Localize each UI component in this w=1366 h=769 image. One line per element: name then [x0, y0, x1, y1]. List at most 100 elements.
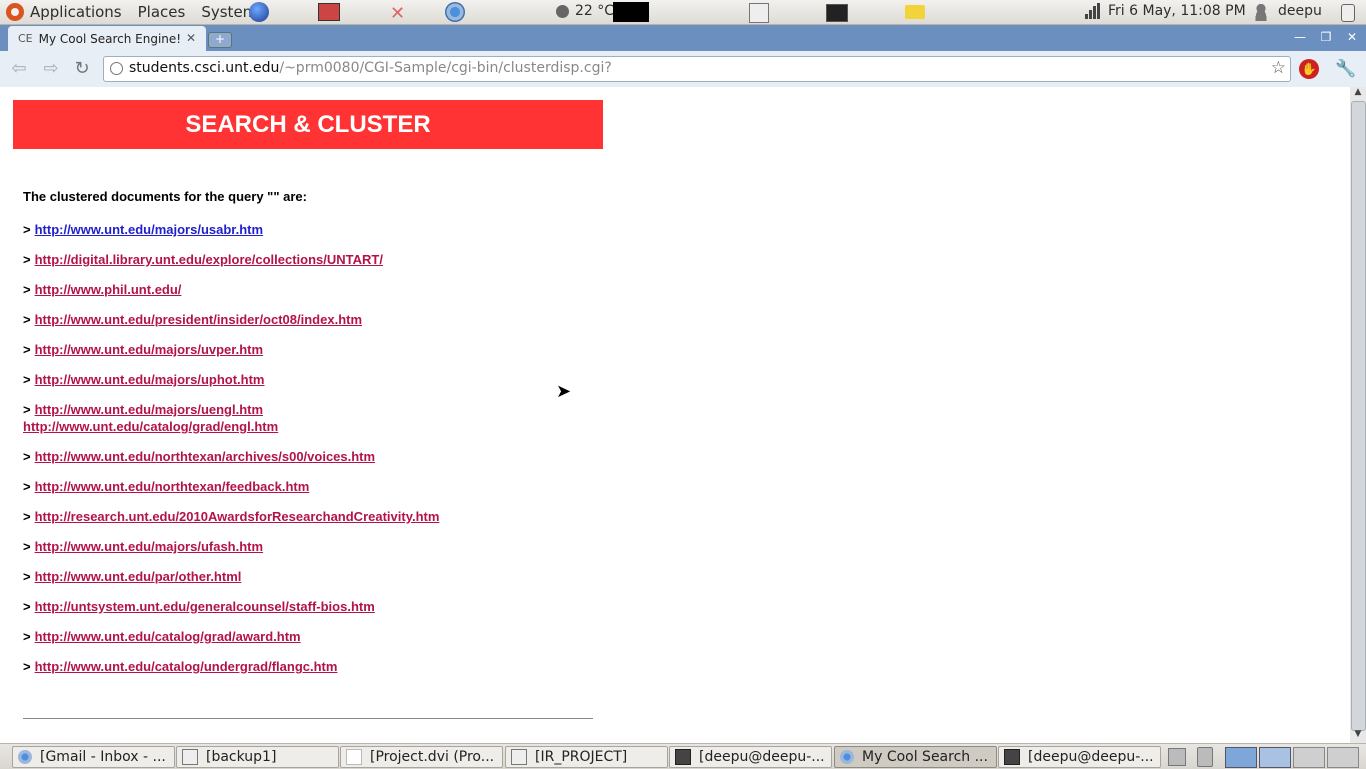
result-link[interactable]: http://www.unt.edu/catalog/undergrad/fla…	[35, 659, 338, 674]
result-link[interactable]: http://untsystem.unt.edu/generalcounsel/…	[35, 599, 375, 614]
result-marker: >	[23, 402, 31, 417]
adblock-icon[interactable]: ✋	[1299, 59, 1319, 79]
terminal-launcher-icon[interactable]	[826, 4, 848, 22]
result-marker: >	[23, 659, 31, 674]
result-marker: >	[23, 342, 31, 357]
result-item: > http://www.unt.edu/majors/uphot.htm	[23, 371, 439, 388]
url-text[interactable]: students.csci.unt.edu/~prm0080/CGI-Sampl…	[129, 60, 612, 76]
scrollbar-thumb[interactable]	[1351, 101, 1366, 731]
scroll-up-arrow-icon[interactable]: ▲	[1350, 87, 1366, 101]
taskbar-label: [Project.dvi (Pro...	[370, 749, 495, 765]
result-list: > http://www.unt.edu/majors/usabr.htm > htt…	[23, 221, 439, 688]
result-link[interactable]: http://www.unt.edu/majors/uvper.htm	[35, 342, 263, 357]
address-bar[interactable]: students.csci.unt.edu/~prm0080/CGI-Sampl…	[103, 56, 1291, 82]
back-button[interactable]: ⇦	[8, 59, 30, 79]
chromium-launcher-icon[interactable]	[445, 2, 465, 22]
tools-launcher-icon[interactable]: ✕	[390, 3, 410, 24]
result-link[interactable]: http://www.unt.edu/majors/ufash.htm	[35, 539, 263, 554]
user-name[interactable]: deepu	[1278, 3, 1322, 19]
result-link[interactable]: http://research.unt.edu/2010AwardsforRes…	[35, 509, 440, 524]
result-link[interactable]: http://www.unt.edu/majors/uphot.htm	[35, 372, 265, 387]
scroll-down-arrow-icon[interactable]: ▼	[1350, 729, 1366, 743]
terminal-icon	[675, 749, 691, 765]
result-link[interactable]: http://www.unt.edu/president/insider/oct…	[35, 312, 362, 327]
page-favicon-icon: CE	[18, 32, 33, 45]
result-marker: >	[23, 282, 31, 297]
result-link[interactable]: http://www.phil.unt.edu/	[35, 282, 182, 297]
text-editor-launcher-icon[interactable]	[749, 3, 769, 23]
close-window-button[interactable]: ✕	[1342, 28, 1362, 46]
trash-icon[interactable]	[1197, 747, 1213, 767]
ubuntu-logo-icon[interactable]	[6, 3, 24, 21]
result-marker: >	[23, 312, 31, 327]
taskbar-label: [IR_PROJECT]	[535, 749, 628, 765]
taskbar-button[interactable]: [deepu@deepu-...	[998, 746, 1161, 768]
result-marker: >	[23, 252, 31, 267]
result-item: > http://www.unt.edu/northtexan/archives/…	[23, 448, 439, 465]
page-viewport: SEARCH & CLUSTER The clustered documents…	[0, 87, 1350, 743]
notes-launcher-icon[interactable]	[905, 5, 925, 19]
folder-icon	[511, 749, 527, 765]
result-link[interactable]: http://www.unt.edu/catalog/grad/engl.htm	[23, 419, 278, 434]
page-info-icon[interactable]	[110, 62, 123, 75]
taskbar-button[interactable]: [backup1]	[176, 746, 339, 768]
taskbar-button[interactable]: [Gmail - Inbox - ...	[12, 746, 175, 768]
result-link[interactable]: http://www.unt.edu/catalog/grad/award.ht…	[35, 629, 301, 644]
result-marker: >	[23, 222, 31, 237]
taskbar-button[interactable]: [deepu@deepu-...	[669, 746, 832, 768]
chrome-icon	[18, 750, 32, 764]
browser-toolbar: ⇦ ⇨ ↻ students.csci.unt.edu/~prm0080/CGI…	[0, 51, 1366, 88]
temperature-label[interactable]: 22 °C	[575, 3, 614, 19]
wrench-menu-icon[interactable]: 🔧	[1335, 59, 1356, 79]
network-signal-icon[interactable]	[1085, 3, 1101, 19]
system-monitor-graph[interactable]	[613, 2, 649, 22]
shutdown-icon[interactable]	[1341, 4, 1355, 22]
result-item: > http://www.unt.edu/par/other.html	[23, 568, 439, 585]
weather-icon[interactable]	[556, 5, 569, 18]
top-panel: Applications Places System ✕ 22 °C Fri 6…	[0, 0, 1366, 25]
taskbar-button[interactable]: My Cool Search ...	[834, 746, 997, 768]
result-link[interactable]: http://www.unt.edu/northtexan/archives/s…	[35, 449, 375, 464]
forward-button[interactable]: ⇨	[40, 59, 62, 79]
result-item: > http://www.unt.edu/catalog/undergrad/fl…	[23, 658, 439, 675]
tab-strip: CE My Cool Search Engine! ✕ + — ❐ ✕	[0, 25, 1366, 51]
clock[interactable]: Fri 6 May, 11:08 PM	[1108, 3, 1246, 19]
result-item: > http://www.unt.edu/northtexan/feedback.…	[23, 478, 439, 495]
horizontal-rule	[23, 718, 593, 719]
result-item: > http://www.unt.edu/majors/uengl.htm http…	[23, 401, 439, 435]
show-desktop-icon[interactable]	[1168, 748, 1186, 766]
user-icon[interactable]	[1253, 3, 1269, 21]
folder-icon	[182, 749, 198, 765]
taskbar-button[interactable]: [IR_PROJECT]	[505, 746, 668, 768]
minimize-button[interactable]: —	[1290, 28, 1310, 46]
results-intro: The clustered documents for the query ""…	[23, 189, 307, 204]
result-link[interactable]: http://www.unt.edu/par/other.html	[35, 569, 242, 584]
workspace-2[interactable]	[1259, 747, 1291, 768]
tab-my-cool-search-engine[interactable]: CE My Cool Search Engine! ✕	[8, 26, 206, 51]
places-menu[interactable]: Places	[138, 3, 186, 21]
bottom-panel: [Gmail - Inbox - ... [backup1] [Project.dv…	[0, 743, 1366, 769]
document-viewer-launcher-icon[interactable]	[318, 3, 340, 21]
taskbar-label: [backup1]	[206, 749, 277, 765]
new-tab-button[interactable]: +	[208, 32, 232, 48]
result-marker: >	[23, 509, 31, 524]
result-marker: >	[23, 372, 31, 387]
bookmark-star-icon[interactable]: ☆	[1271, 58, 1286, 78]
reload-button[interactable]: ↻	[71, 59, 93, 79]
result-item: > http://www.unt.edu/majors/usabr.htm	[23, 221, 439, 238]
result-link[interactable]: http://digital.library.unt.edu/explore/c…	[35, 252, 383, 267]
result-item: > http://www.phil.unt.edu/	[23, 281, 439, 298]
result-link[interactable]: http://www.unt.edu/majors/usabr.htm	[35, 222, 263, 237]
result-link[interactable]: http://www.unt.edu/northtexan/feedback.h…	[35, 479, 310, 494]
applications-menu[interactable]: Applications	[30, 3, 122, 21]
web-browser-launcher-icon[interactable]	[249, 2, 269, 22]
result-marker: >	[23, 599, 31, 614]
vertical-scrollbar[interactable]: ▲ ▼	[1350, 87, 1366, 743]
workspace-4[interactable]	[1327, 747, 1359, 768]
workspace-1[interactable]	[1225, 747, 1257, 768]
close-tab-icon[interactable]: ✕	[186, 31, 196, 45]
workspace-3[interactable]	[1293, 747, 1325, 768]
result-link[interactable]: http://www.unt.edu/majors/uengl.htm	[35, 402, 263, 417]
restore-button[interactable]: ❐	[1316, 28, 1336, 46]
taskbar-button[interactable]: [Project.dvi (Pro...	[340, 746, 503, 768]
